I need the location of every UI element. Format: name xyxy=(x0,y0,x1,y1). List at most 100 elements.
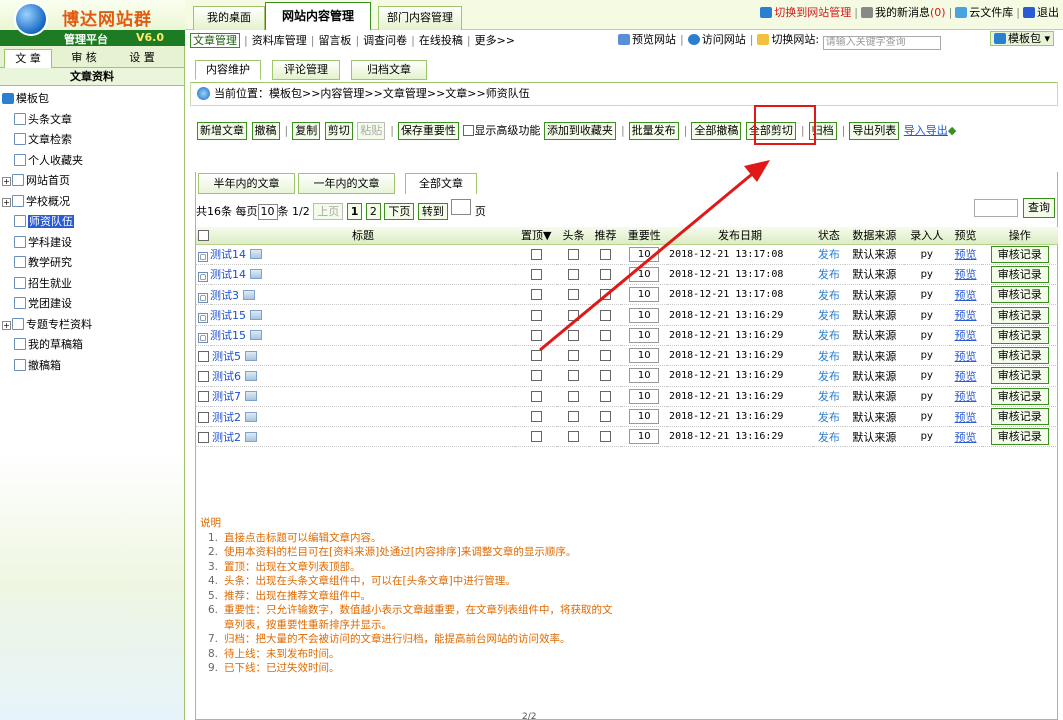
importance-input[interactable]: 10 xyxy=(629,327,660,343)
importance-input[interactable]: 10 xyxy=(629,429,660,445)
tree-item[interactable]: 个人收藏夹 xyxy=(2,151,184,172)
switch-site-mgmt-link[interactable]: 切换到网站管理 xyxy=(774,6,851,19)
export-list-button[interactable]: 导出列表 xyxy=(849,122,900,140)
col-status[interactable]: 状态 xyxy=(812,227,845,245)
save-importance-button[interactable]: 保存重要性 xyxy=(397,122,459,140)
top-checkbox[interactable] xyxy=(530,268,542,280)
headline-checkbox[interactable] xyxy=(567,309,579,321)
tab-half-year[interactable]: 半年内的文章 xyxy=(198,173,295,194)
tree-root[interactable]: 模板包 xyxy=(2,89,184,110)
recommend-checkbox[interactable] xyxy=(599,411,611,423)
tree-item[interactable]: 撤稿箱 xyxy=(2,356,184,377)
row-expand-icon[interactable]: ▢ xyxy=(198,292,208,303)
row-checkbox[interactable] xyxy=(198,411,209,423)
row-expand-icon[interactable]: ▢ xyxy=(198,333,208,344)
article-title-link[interactable]: 测试15 xyxy=(210,329,246,342)
tab-site-content[interactable]: 网站内容管理 xyxy=(265,2,371,30)
preview-link[interactable]: 预览 xyxy=(955,309,977,322)
review-record-button[interactable]: 审核记录 xyxy=(990,387,1049,405)
expand-icon[interactable]: + xyxy=(2,320,11,330)
top-checkbox[interactable] xyxy=(530,289,542,301)
review-record-button[interactable]: 审核记录 xyxy=(990,245,1049,263)
preview-link[interactable]: 预览 xyxy=(955,248,977,261)
preview-link[interactable]: 预览 xyxy=(955,431,977,444)
importance-input[interactable]: 10 xyxy=(629,368,660,384)
headline-checkbox[interactable] xyxy=(567,289,579,301)
expand-icon[interactable]: + xyxy=(2,177,11,186)
article-title-link[interactable]: 测试14 xyxy=(210,268,246,281)
importance-input[interactable]: 10 xyxy=(629,307,660,323)
tab-my-desktop[interactable]: 我的桌面 xyxy=(193,6,265,30)
col-headline[interactable]: 头条 xyxy=(557,227,590,245)
add-favorite-button[interactable]: 添加到收藏夹 xyxy=(543,122,616,140)
select-all-checkbox[interactable] xyxy=(198,229,209,241)
review-record-button[interactable]: 审核记录 xyxy=(990,428,1049,446)
goto-page-input[interactable] xyxy=(451,199,472,215)
col-pubdate[interactable]: 发布日期 xyxy=(667,227,813,245)
page-2-button[interactable]: 2 xyxy=(365,203,381,220)
col-top[interactable]: 置顶▼ xyxy=(515,227,558,245)
tree-item[interactable]: 教学研究 xyxy=(2,253,184,274)
headline-checkbox[interactable] xyxy=(567,350,579,362)
top-checkbox[interactable] xyxy=(530,248,542,260)
recommend-checkbox[interactable] xyxy=(599,390,611,402)
recommend-checkbox[interactable] xyxy=(599,329,611,341)
preview-site-link[interactable]: 预览网站 xyxy=(632,33,676,46)
visit-site-link[interactable]: 访问网站 xyxy=(702,33,746,46)
logout-link[interactable]: 退出 xyxy=(1037,6,1059,19)
headline-checkbox[interactable] xyxy=(567,370,579,382)
next-page-button[interactable]: 下页 xyxy=(384,203,415,220)
goto-button[interactable]: 转到 xyxy=(417,203,448,220)
recommend-checkbox[interactable] xyxy=(599,370,611,382)
headline-checkbox[interactable] xyxy=(567,268,579,280)
review-record-button[interactable]: 审核记录 xyxy=(990,408,1049,426)
preview-link[interactable]: 预览 xyxy=(955,370,977,383)
tree-item[interactable]: 我的草稿箱 xyxy=(2,335,184,356)
row-expand-icon[interactable]: ▢ xyxy=(198,272,208,283)
tree-item[interactable]: 学科建设 xyxy=(2,233,184,254)
headline-checkbox[interactable] xyxy=(567,248,579,260)
headline-checkbox[interactable] xyxy=(567,411,579,423)
tab-dept-content[interactable]: 部门内容管理 xyxy=(378,6,462,30)
col-recommend[interactable]: 推荐 xyxy=(589,227,622,245)
row-expand-icon[interactable]: ▢ xyxy=(198,313,208,324)
template-pack-dropdown[interactable]: 模板包 ▾ xyxy=(990,31,1055,46)
top-checkbox[interactable] xyxy=(530,411,542,423)
tree-item[interactable]: 师资队伍 xyxy=(2,212,184,233)
list-search-input[interactable] xyxy=(974,199,1018,217)
row-checkbox[interactable] xyxy=(198,370,209,382)
importance-input[interactable]: 10 xyxy=(629,348,660,364)
importance-input[interactable]: 10 xyxy=(629,266,660,282)
preview-link[interactable]: 预览 xyxy=(955,411,977,424)
col-author[interactable]: 录入人 xyxy=(903,227,950,245)
article-title-link[interactable]: 测试2 xyxy=(212,431,241,444)
messages-link[interactable]: 我的新消息 xyxy=(875,6,930,19)
importance-input[interactable]: 10 xyxy=(629,246,660,262)
recommend-checkbox[interactable] xyxy=(599,289,611,301)
preview-link[interactable]: 预览 xyxy=(955,390,977,403)
recommend-checkbox[interactable] xyxy=(599,431,611,443)
sidetab-review[interactable]: 审 核 xyxy=(60,49,108,68)
article-title-link[interactable]: 测试15 xyxy=(210,309,246,322)
top-checkbox[interactable] xyxy=(530,370,542,382)
article-title-link[interactable]: 测试6 xyxy=(212,370,241,383)
preview-link[interactable]: 预览 xyxy=(955,289,977,302)
tree-item[interactable]: 党团建设 xyxy=(2,294,184,315)
page-1-button[interactable]: 1 xyxy=(346,203,363,220)
batch-publish-button[interactable]: 批量发布 xyxy=(628,122,679,140)
top-checkbox[interactable] xyxy=(530,329,542,341)
recommend-checkbox[interactable] xyxy=(599,268,611,280)
tree-item[interactable]: + 专题专栏资料 xyxy=(2,315,184,336)
copy-button[interactable]: 复制 xyxy=(292,122,321,140)
preview-link[interactable]: 预览 xyxy=(955,329,977,342)
expand-icon[interactable]: + xyxy=(2,197,11,207)
col-importance[interactable]: 重要性 xyxy=(621,227,668,245)
row-expand-icon[interactable]: ▢ xyxy=(198,252,208,263)
review-record-button[interactable]: 审核记录 xyxy=(990,265,1049,283)
new-article-button[interactable]: 新增文章 xyxy=(197,122,247,140)
review-record-button[interactable]: 审核记录 xyxy=(990,286,1049,304)
importance-input[interactable]: 10 xyxy=(629,388,660,404)
review-record-button[interactable]: 审核记录 xyxy=(990,306,1049,324)
article-title-link[interactable]: 测试5 xyxy=(212,350,241,363)
headline-checkbox[interactable] xyxy=(567,390,579,402)
